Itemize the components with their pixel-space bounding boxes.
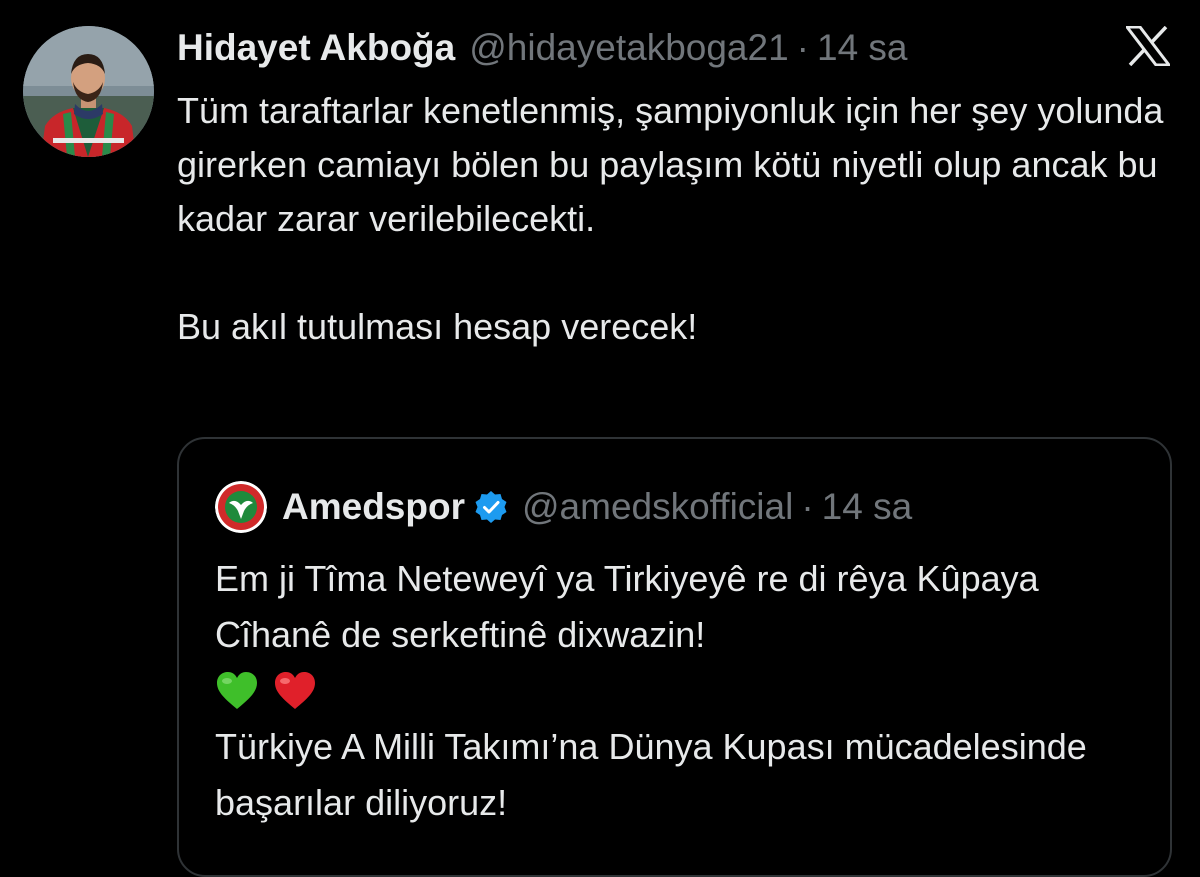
tweet-text: Tüm taraftarlar kenetlenmiş, şampiyonluk…	[177, 84, 1167, 354]
separator-dot: ·	[796, 27, 809, 68]
author-avatar[interactable]	[23, 26, 154, 157]
author-handle[interactable]: @hidayetakboga21	[469, 22, 788, 74]
tweet-paragraph-2: Bu akıl tutulması hesap verecek!	[177, 306, 698, 347]
tweet-paragraph-1: Tüm taraftarlar kenetlenmiş, şampiyonluk…	[177, 90, 1164, 239]
quoted-tweet-timestamp[interactable]: 14 sa	[822, 481, 913, 533]
tweet-timestamp[interactable]: 14 sa	[817, 22, 908, 74]
red-heart-icon	[273, 671, 317, 711]
author-name[interactable]: Hidayet Akboğa	[177, 22, 455, 74]
quoted-author-name[interactable]: Amedspor	[282, 481, 465, 533]
quoted-text-line-1: Em ji Tîma Neteweyî ya Tirkiyeyê re di r…	[215, 558, 1039, 655]
quoted-tweet-header: Amedspor @amedskofficial · 14 sa	[215, 481, 912, 533]
emoji-row	[215, 663, 1145, 719]
x-logo-icon	[1126, 26, 1170, 66]
separator-dot: ·	[801, 486, 814, 527]
author-avatar-image	[23, 26, 154, 157]
quoted-tweet-text: Em ji Tîma Neteweyî ya Tirkiyeyê re di r…	[215, 551, 1145, 831]
amedspor-logo-icon	[215, 481, 267, 533]
quoted-tweet-card[interactable]: Amedspor @amedskofficial · 14 sa Em ji T…	[177, 437, 1172, 877]
quoted-author-handle[interactable]: @amedskofficial	[522, 481, 793, 533]
green-heart-icon	[215, 671, 259, 711]
quoted-text-line-2: Türkiye A Milli Takımı’na Dünya Kupası m…	[215, 726, 1087, 823]
tweet-header: Hidayet Akboğa @hidayetakboga21 · 14 sa	[177, 22, 908, 74]
verified-badge-icon	[474, 490, 508, 524]
